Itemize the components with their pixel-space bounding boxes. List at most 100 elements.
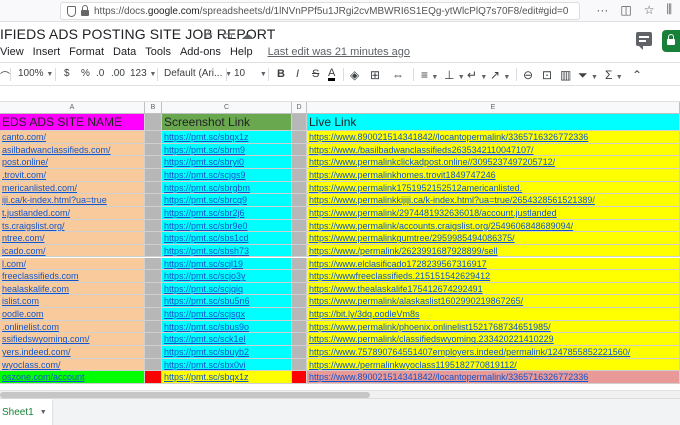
cell-link[interactable]: .onlinelist.com (2, 322, 59, 332)
cell-e[interactable]: https://www.permalink/2974481932636018/a… (307, 206, 680, 220)
cell-link[interactable]: t.justlanded.com/ (2, 208, 70, 218)
cell-d[interactable] (292, 282, 307, 296)
italic-button[interactable]: I (296, 68, 299, 80)
text-wrap-icon[interactable]: ↵ ▼ (467, 68, 487, 82)
paint-format-icon[interactable]: ⌒ (0, 68, 10, 83)
cell-link[interactable]: https://www.permalink/classifiedswyoming… (309, 334, 554, 344)
menu-format[interactable]: Format (69, 46, 104, 58)
menu-view[interactable]: View (0, 46, 24, 58)
cell-link[interactable]: https://www.890021514341842//locantoperm… (309, 132, 588, 142)
cell-d[interactable] (292, 232, 307, 245)
pocket-icon[interactable]: ◫ (620, 3, 631, 17)
comment-history-button[interactable] (636, 32, 652, 50)
link-icon[interactable]: ⊖ (523, 68, 533, 82)
cell-link[interactable]: https://wwwfreeclassifieds.2151515426294… (309, 271, 490, 281)
last-edit-link[interactable]: Last edit was 21 minutes ago (268, 46, 410, 58)
cell-link[interactable]: https://www./permalinkwyoclass1195182770… (309, 360, 517, 370)
chart-icon[interactable]: ▥ (560, 68, 571, 82)
cell-c[interactable]: https://pmt.sc/sbuyb2 (162, 346, 292, 359)
cell-link[interactable]: https://www.permalinkclickadpost.online/… (309, 157, 555, 167)
cell-link[interactable]: https://pmt.sc/sbr2j6 (164, 208, 245, 218)
cell-d[interactable] (292, 143, 307, 157)
cell-link[interactable]: https://pmt.sc/sbrgbm (164, 183, 250, 193)
cell-c[interactable]: https://pmt.sc/sbr9e0 (162, 219, 292, 233)
column-header-a[interactable]: A (0, 102, 145, 114)
cell-link[interactable]: https://pmt.sc/scjo3y (164, 271, 246, 281)
increase-decimal-button[interactable]: .00 (111, 68, 125, 79)
cell-d[interactable] (292, 295, 307, 309)
decrease-decimal-button[interactable]: .0 (96, 68, 104, 79)
cell-a[interactable]: freeclassifieds.com (0, 270, 145, 283)
chevron-down-icon[interactable]: ▼ (40, 409, 47, 416)
cell-link[interactable]: l.com/ (2, 259, 26, 269)
header-cell-screenshot-link[interactable]: Screenshot Link (162, 114, 292, 131)
cell-link[interactable]: https://pmt.sc/sbqx1z (164, 132, 249, 142)
cell-link[interactable]: https://pmt.sc/sbx0vi (164, 360, 246, 370)
cell-link[interactable]: freeclassifieds.com (2, 271, 79, 281)
cell-link[interactable]: https://www.757890764551407employers.ind… (309, 347, 630, 357)
cell-link[interactable]: https://www.permalinkkijiji.ca/k-index.h… (309, 195, 595, 205)
cell-b[interactable] (145, 219, 162, 233)
cell-d[interactable] (292, 219, 307, 233)
cell-link[interactable]: canto.com/ (2, 132, 46, 142)
cell-e[interactable]: https://www.permalink/phoenix.onlinelist… (307, 320, 680, 334)
cell-e[interactable]: https://www.elclasificado172823956731691… (307, 257, 680, 271)
cell-link[interactable]: https://pmt.sc/scjsgx (164, 309, 245, 319)
cell-d[interactable] (292, 257, 307, 271)
text-rotate-icon[interactable]: ↗ ▼ (490, 68, 510, 82)
cell-c[interactable]: https://pmt.sc/sbrgbm (162, 181, 292, 195)
cell-a[interactable]: t.justlanded.com/ (0, 206, 145, 220)
menu-insert[interactable]: Insert (33, 46, 61, 58)
cell-b[interactable] (145, 168, 162, 182)
cell-d[interactable] (292, 358, 307, 372)
cell-c[interactable]: https://pmt.sc/sbr2j6 (162, 206, 292, 220)
cell-b[interactable] (145, 320, 162, 334)
cell-link[interactable]: https://pmt.sc/sbu5n6 (164, 296, 250, 306)
text-color-button[interactable]: A (328, 68, 336, 81)
cell-b[interactable] (145, 257, 162, 271)
cell-c[interactable]: https://pmt.sc/sck1el (162, 333, 292, 347)
cell-c[interactable]: https://pmt.sc/sbrm9 (162, 143, 292, 157)
cell-e[interactable]: https://www.permalinkgumtree/29599854940… (307, 232, 680, 245)
strikethrough-button[interactable]: S (312, 68, 319, 80)
cell-a[interactable]: .trovit.com/ (0, 168, 145, 182)
cell-a[interactable]: asilbadwanclassifieds.com/ (0, 143, 145, 157)
cell-a[interactable]: ntree.com/ (0, 232, 145, 245)
cell-c[interactable]: https://pmt.sc/scjqiq (162, 282, 292, 296)
column-header-e[interactable]: E (307, 102, 680, 114)
cell-a[interactable]: ssifiedswyoming.com/ (0, 333, 145, 347)
cell-link[interactable]: ntree.com/ (2, 233, 45, 243)
cell-link[interactable]: https://pmt.sc/sck1el (164, 334, 246, 344)
cell-d[interactable] (292, 333, 307, 347)
cell-c[interactable]: https://pmt.sc/sbqx1z (162, 131, 292, 144)
cell-e[interactable]: https://www.890021514341842//locantoperm… (307, 371, 680, 384)
cell-a[interactable]: oodle.com (0, 308, 145, 321)
vertical-align-icon[interactable]: ⊥ ▼ (444, 68, 465, 82)
align-icon[interactable]: ≡ ▼ (421, 68, 438, 82)
cell-c[interactable]: https://pmt.sc/sbrcq9 (162, 194, 292, 207)
cell-link[interactable]: https://www./basilbadwanclassifieds26353… (309, 145, 534, 155)
cell-c[interactable]: https://pmt.sc/scjo3y (162, 270, 292, 283)
cell-b[interactable] (145, 308, 162, 321)
filter-icon[interactable]: ⏷ ▼ (578, 68, 598, 83)
cell-e[interactable]: https://www.890021514341842//locantoperm… (307, 131, 680, 144)
column-header-c[interactable]: C (162, 102, 292, 114)
header-cell-d[interactable] (292, 114, 307, 131)
cell-link[interactable]: post.online/ (2, 157, 48, 167)
cell-b[interactable] (145, 131, 162, 144)
cell-b[interactable] (145, 371, 162, 384)
star-icon[interactable]: ☆ (644, 3, 655, 17)
cell-link[interactable]: https://www.permalink/2974481932636018/a… (309, 208, 557, 218)
zoom-select[interactable]: 100% ▼ (18, 68, 53, 79)
cell-c[interactable]: https://pmt.sc/scjgs9 (162, 168, 292, 182)
cell-link[interactable]: https://www.thealaskalife175412674292491 (309, 284, 483, 294)
column-header-b[interactable]: B (145, 102, 162, 114)
more-formats-select[interactable]: 123 ▼ (130, 68, 156, 79)
cell-b[interactable] (145, 358, 162, 372)
cell-link[interactable]: https://bit.ly/3dq.oodleVm8s (309, 309, 420, 319)
cell-link[interactable]: ssifiedswyoming.com/ (2, 334, 90, 344)
cell-a[interactable]: oszone.com/account (0, 371, 145, 384)
cell-link[interactable]: https://www./permalink/2623991687928899/… (309, 246, 498, 256)
header-cell-b[interactable] (145, 114, 162, 131)
cell-b[interactable] (145, 346, 162, 359)
